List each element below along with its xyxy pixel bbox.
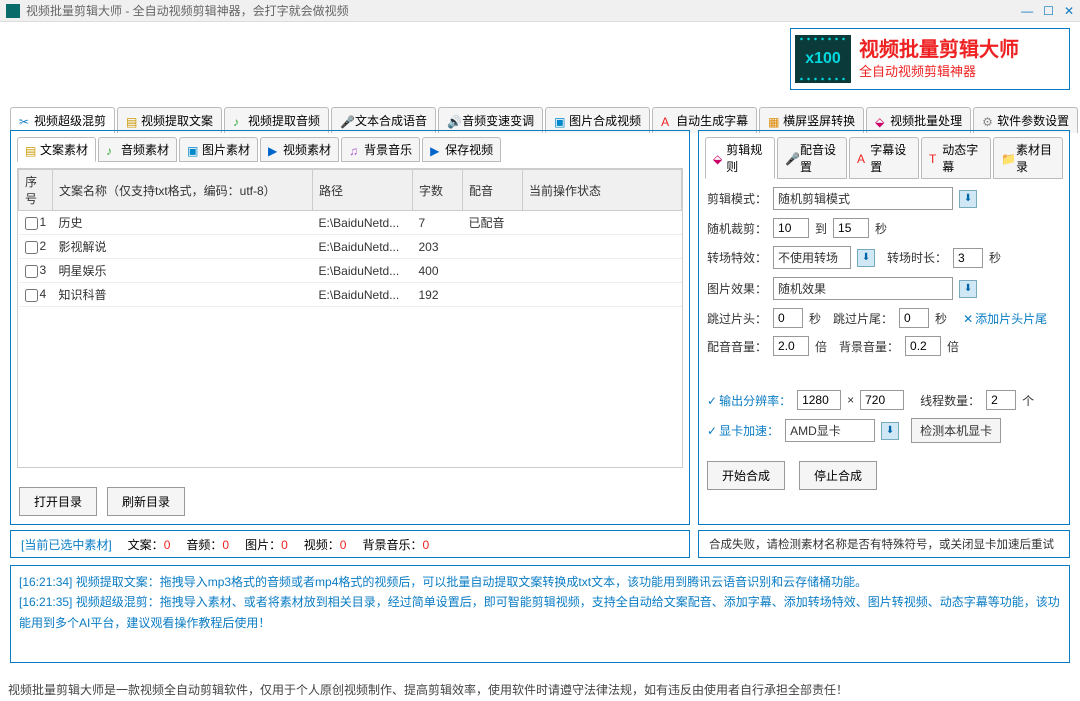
material-grid[interactable]: 序号 文案名称（仅支持txt格式，编码：utf-8） 路径 字数 配音 当前操作… <box>17 168 683 468</box>
speaker-icon: 🔊 <box>447 115 459 127</box>
row-checkbox[interactable] <box>25 241 38 254</box>
transition-select[interactable]: 不使用转场 <box>773 246 851 269</box>
start-button[interactable]: 开始合成 <box>707 461 785 490</box>
mic-icon: 🎤 <box>785 152 797 164</box>
music-icon: ♫ <box>349 144 361 156</box>
banner-logo: x100 <box>795 35 851 83</box>
dropdown-icon[interactable]: ⬇ <box>959 280 977 298</box>
banner: x100 视频批量剪辑大师 全自动视频剪辑神器 <box>790 28 1070 90</box>
stab-rules[interactable]: ⬙剪辑规则 <box>705 137 775 179</box>
log-line: [16:21:34] 视频提取文案：拖拽导入mp3格式的音频或者mp4格式的视频… <box>19 572 1061 592</box>
image-icon: ▣ <box>554 115 566 127</box>
stab-dub[interactable]: 🎤配音设置 <box>777 137 847 179</box>
mic-icon: 🎤 <box>340 115 352 127</box>
stab-video[interactable]: ▶视频素材 <box>260 137 339 162</box>
banner-subtitle: 全自动视频剪辑神器 <box>859 61 1019 80</box>
document-icon: ▤ <box>126 115 138 127</box>
window-title: 视频批量剪辑大师 - 全自动视频剪辑神器，会打字就会做视频 <box>26 2 349 19</box>
add-headtail-link[interactable]: 添加片头片尾 <box>963 310 1047 327</box>
log-panel[interactable]: [16:21:34] 视频提取文案：拖拽导入mp3格式的音频或者mp4格式的视频… <box>10 565 1070 663</box>
thread-input[interactable] <box>986 390 1016 410</box>
scissors-icon: ⬙ <box>713 152 723 164</box>
bgm-vol-input[interactable] <box>905 336 941 356</box>
col-status[interactable]: 当前操作状态 <box>523 170 682 211</box>
status-right: 合成失败，请检测素材名称是否有特殊符号，或关闭显卡加速后重试 <box>698 530 1070 558</box>
stab-bgm[interactable]: ♫背景音乐 <box>341 137 420 162</box>
image-icon: ▣ <box>187 144 199 156</box>
text-t-icon: T <box>929 152 939 164</box>
batch-icon: ⬙ <box>875 115 887 127</box>
dropdown-icon[interactable]: ⬇ <box>857 249 875 267</box>
stop-button[interactable]: 停止合成 <box>799 461 877 490</box>
detect-gpu-button[interactable]: 检测本机显卡 <box>911 418 1001 443</box>
row-checkbox[interactable] <box>25 265 38 278</box>
text-aa-icon: A <box>661 115 673 127</box>
wave-icon: ♪ <box>233 115 245 127</box>
stab-save[interactable]: ▶保存视频 <box>422 137 501 162</box>
mode-select[interactable]: 随机剪辑模式 <box>773 187 953 210</box>
stab-subtitle[interactable]: A字幕设置 <box>849 137 919 179</box>
footer-text: 视频批量剪辑大师是一款视频全自动剪辑软件，仅用于个人原创视频制作、提高剪辑效率，… <box>0 677 1080 701</box>
close-button[interactable]: ✕ <box>1064 4 1074 18</box>
left-subtabs: ▤文案素材 ♪音频素材 ▣图片素材 ▶视频素材 ♫背景音乐 ▶保存视频 <box>17 137 683 162</box>
status-left: [当前已选中素材] 文案：0 音频：0 图片：0 视频：0 背景音乐：0 <box>10 530 690 558</box>
scissors-icon: ✂ <box>19 115 31 127</box>
stab-text[interactable]: ▤文案素材 <box>17 137 96 162</box>
dropdown-icon[interactable]: ⬇ <box>959 190 977 208</box>
table-row[interactable]: 4知识科普E:\BaiduNetd...192 <box>19 283 682 307</box>
minimize-button[interactable]: — <box>1021 4 1033 18</box>
row-checkbox[interactable] <box>25 217 38 230</box>
col-index[interactable]: 序号 <box>19 170 53 211</box>
row-checkbox[interactable] <box>25 289 38 302</box>
table-row[interactable]: 3明星娱乐E:\BaiduNetd...400 <box>19 259 682 283</box>
col-name[interactable]: 文案名称（仅支持txt格式，编码：utf-8） <box>53 170 313 211</box>
left-panel: ▤文案素材 ♪音频素材 ▣图片素材 ▶视频素材 ♫背景音乐 ▶保存视频 序号 文… <box>10 130 690 525</box>
wave-icon: ♪ <box>106 144 118 156</box>
right-panel: ⬙剪辑规则 🎤配音设置 A字幕设置 T动态字幕 📁素材目录 剪辑模式：随机剪辑模… <box>698 130 1070 525</box>
log-line: [16:21:35] 视频超级混剪：拖拽导入素材、或者将素材放到相关目录，经过简… <box>19 592 1061 633</box>
stab-dyn-sub[interactable]: T动态字幕 <box>921 137 991 179</box>
app-icon <box>6 4 20 18</box>
pic-effect-select[interactable]: 随机效果 <box>773 277 953 300</box>
right-subtabs: ⬙剪辑规则 🎤配音设置 A字幕设置 T动态字幕 📁素材目录 <box>705 137 1063 179</box>
dub-vol-input[interactable] <box>773 336 809 356</box>
play-icon: ▶ <box>268 144 280 156</box>
stab-audio[interactable]: ♪音频素材 <box>98 137 177 162</box>
skip-head-input[interactable] <box>773 308 803 328</box>
stab-image[interactable]: ▣图片素材 <box>179 137 258 162</box>
open-dir-button[interactable]: 打开目录 <box>19 487 97 516</box>
refresh-dir-button[interactable]: 刷新目录 <box>107 487 185 516</box>
titlebar: 视频批量剪辑大师 - 全自动视频剪辑神器，会打字就会做视频 — ☐ ✕ <box>0 0 1080 22</box>
dropdown-icon[interactable]: ⬇ <box>881 422 899 440</box>
col-count[interactable]: 字数 <box>413 170 463 211</box>
folder-icon: 📁 <box>1001 152 1013 164</box>
res-h-input[interactable] <box>860 390 904 410</box>
gear-icon: ⚙ <box>982 115 994 127</box>
save-icon: ▶ <box>430 144 442 156</box>
transition-len-input[interactable] <box>953 248 983 268</box>
table-row[interactable]: 1历史E:\BaiduNetd...7已配音 <box>19 211 682 235</box>
cut-from-input[interactable] <box>773 218 809 238</box>
banner-title: 视频批量剪辑大师 <box>859 39 1019 61</box>
col-dub[interactable]: 配音 <box>463 170 523 211</box>
document-icon: ▤ <box>25 144 37 156</box>
rotate-icon: ▦ <box>768 115 780 127</box>
maximize-button[interactable]: ☐ <box>1043 4 1054 18</box>
skip-tail-input[interactable] <box>899 308 929 328</box>
res-w-input[interactable] <box>797 390 841 410</box>
gpu-select[interactable]: AMD显卡 <box>785 419 875 442</box>
table-row[interactable]: 2影视解说E:\BaiduNetd...203 <box>19 235 682 259</box>
col-path[interactable]: 路径 <box>313 170 413 211</box>
text-aa-icon: A <box>857 152 867 164</box>
res-check[interactable]: 输出分辨率： <box>707 392 791 409</box>
stab-matdir[interactable]: 📁素材目录 <box>993 137 1063 179</box>
cut-to-input[interactable] <box>833 218 869 238</box>
gpu-check[interactable]: 显卡加速： <box>707 422 779 439</box>
